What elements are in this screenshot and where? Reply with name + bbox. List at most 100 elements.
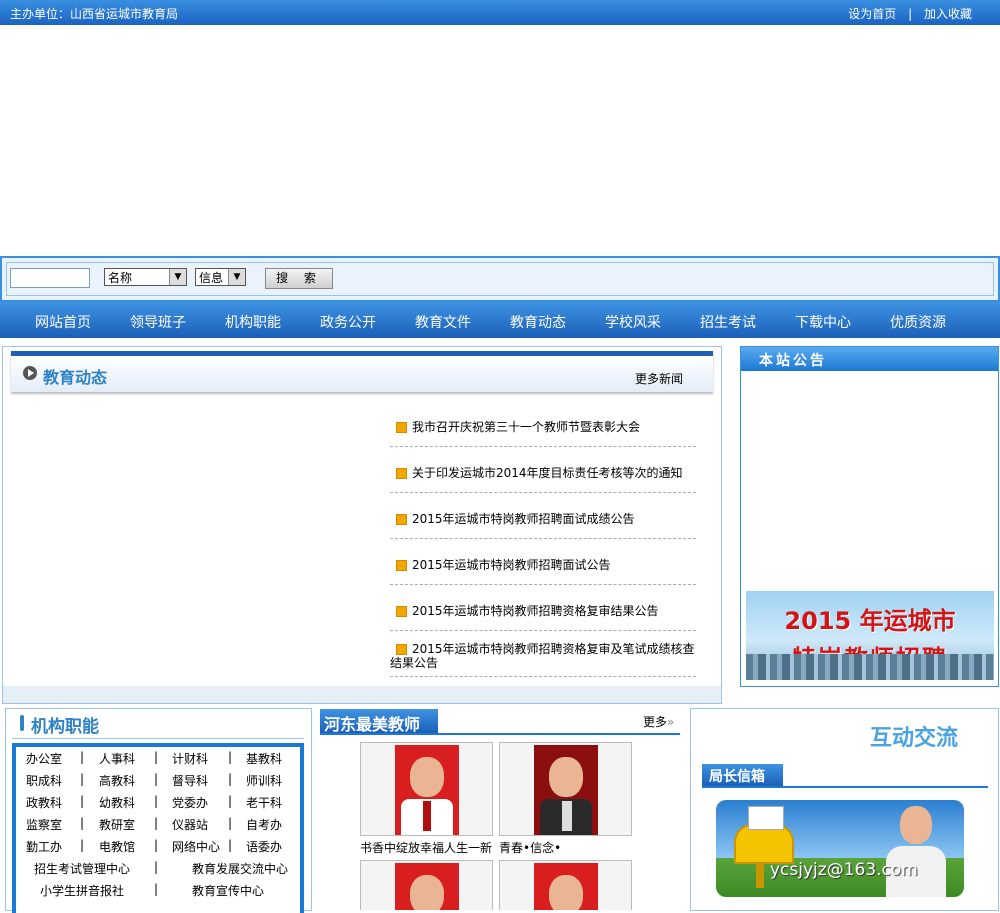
organization-link[interactable]: 监察室 [26,816,62,833]
teacher-photo[interactable] [499,742,632,836]
bullet-icon [396,606,407,617]
separator: | [80,838,85,852]
news-item-title: 2015年运城市特岗教师招聘面试公告 [412,558,611,572]
director-mailbox-banner[interactable]: ycsjyjz@163.com [716,800,964,897]
organization-link[interactable]: 督导科 [172,772,208,789]
organization-link[interactable]: 职成科 [26,772,62,789]
section-bar-icon [20,715,24,731]
organization-link[interactable]: 师训科 [246,772,282,789]
teacher-face [410,757,444,797]
teachers-more-label: 更多 [643,715,668,729]
organization-link[interactable]: 基教科 [246,750,282,767]
bullet-icon [396,468,407,479]
organization-link[interactable]: 高教科 [99,772,135,789]
search-type-value: 名称 [108,271,133,285]
news-item[interactable]: 2015年运城市特岗教师招聘资格复审结果公告 [390,602,696,631]
director-email: ycsjyjz@163.com [770,860,918,880]
double-chevron-icon: » [667,715,675,729]
nav-item-education-documents[interactable]: 教育文件 [415,312,471,332]
nav-item-home[interactable]: 网站首页 [35,312,91,332]
separator: | [228,794,233,808]
teachers-more-link[interactable]: 更多» [643,713,674,730]
search-type-select[interactable]: 名称 ▼ [104,268,187,286]
organization-link[interactable]: 仪器站 [172,816,208,833]
nav-item-organization[interactable]: 机构职能 [225,312,281,332]
chevron-down-icon: ▼ [169,269,186,285]
teachers-header: 河东最美教师 [320,709,438,734]
news-item[interactable]: 2015年运城市特岗教师招聘面试成绩公告 [390,510,696,539]
news-item[interactable]: 我市召开庆祝第三十一个教师节暨表彰大会 [390,418,696,447]
organization-link[interactable]: 计财科 [172,750,208,767]
organization-link[interactable]: 电教馆 [99,838,135,855]
search-scope-select[interactable]: 信息 ▼ [195,268,246,286]
organization-link[interactable]: 招生考试管理中心 [34,860,130,877]
teacher-photo[interactable] [360,860,493,910]
mailbox-post [756,862,764,888]
search-input[interactable] [10,268,90,288]
chevron-down-icon: ▼ [228,269,245,285]
organization-link[interactable]: 自考办 [246,816,282,833]
organization-link[interactable]: 教育宣传中心 [192,882,264,899]
notice-title: 本站公告 [759,353,827,369]
organization-link[interactable]: 办公室 [26,750,62,767]
nav-item-education-news[interactable]: 教育动态 [510,312,566,332]
news-item-title: 2015年运城市特岗教师招聘资格复审结果公告 [412,604,659,618]
news-title: 教育动态 [43,368,108,387]
nav-item-government-affairs[interactable]: 政务公开 [320,312,376,332]
separator: | [154,860,159,874]
nav-item-school-showcase[interactable]: 学校风采 [605,312,661,332]
separator: | [154,794,159,808]
search-button[interactable]: 搜 索 [265,268,333,289]
organization-link[interactable]: 小学生拼音报社 [40,882,124,899]
news-footer-strip [3,686,721,703]
teacher-caption[interactable]: 青春•信念• [499,839,561,856]
organization-link[interactable]: 政教科 [26,794,62,811]
main-nav: 网站首页 领导班子 机构职能 政务公开 教育文件 教育动态 学校风采 招生考试 … [0,302,1000,338]
top-links: 设为首页 | 加入收藏 [844,5,976,22]
host-organization: 主办单位：山西省运城市教育局 [10,7,179,21]
play-icon [23,366,37,380]
separator: | [154,772,159,786]
organization-link[interactable]: 教研室 [99,816,135,833]
organization-link[interactable]: 老干科 [246,794,282,811]
teachers-title: 河东最美教师 [324,715,421,734]
bullet-icon [396,560,407,571]
teacher-recruitment-banner[interactable]: 2015 年运城市 特岗教师招聘 [746,591,994,680]
nav-item-leadership[interactable]: 领导班子 [130,312,186,332]
organization-link[interactable]: 党委办 [172,794,208,811]
nav-item-admissions[interactable]: 招生考试 [700,312,756,332]
set-home-link[interactable]: 设为首页 [848,7,896,21]
separator: | [154,882,159,896]
separator: | [154,816,159,830]
organization-link[interactable]: 教育发展交流中心 [192,860,288,877]
news-item[interactable]: 关于印发运城市2014年度目标责任考核等次的通知 [390,464,696,493]
organization-link[interactable]: 人事科 [99,750,135,767]
nav-item-quality-resources[interactable]: 优质资源 [890,312,946,332]
bullet-icon [396,422,407,433]
organization-link[interactable]: 幼教科 [99,794,135,811]
news-item[interactable]: 2015年运城市特岗教师招聘面试公告 [390,556,696,585]
divider [12,738,304,739]
teacher-caption[interactable]: 书香中绽放幸福人生一新 [360,839,492,856]
notice-header: 本站公告 [741,347,998,371]
add-favorite-link[interactable]: 加入收藏 [924,7,972,21]
separator: | [228,816,233,830]
news-item-title: 关于印发运城市2014年度目标责任考核等次的通知 [412,466,683,480]
teacher-photo[interactable] [499,860,632,910]
more-news-link[interactable]: 更多新闻 [635,370,683,387]
separator: | [154,838,159,852]
organization-link[interactable]: 勤工办 [26,838,62,855]
news-item[interactable]: 2015年运城市特岗教师招聘资格复审及笔试成绩核查结果公告 [390,642,696,677]
separator: | [228,838,233,852]
separator: | [80,794,85,808]
teacher-photo[interactable] [360,742,493,836]
tie [423,801,431,831]
organization-link[interactable]: 网络中心 [172,838,220,855]
nav-item-downloads[interactable]: 下载中心 [795,312,851,332]
separator: | [80,816,85,830]
teacher-face [549,757,583,797]
organization-link[interactable]: 语委办 [246,838,282,855]
separator: | [154,750,159,764]
separator: | [228,750,233,764]
news-item-title: 2015年运城市特岗教师招聘资格复审及笔试成绩核查结果公告 [390,642,695,670]
